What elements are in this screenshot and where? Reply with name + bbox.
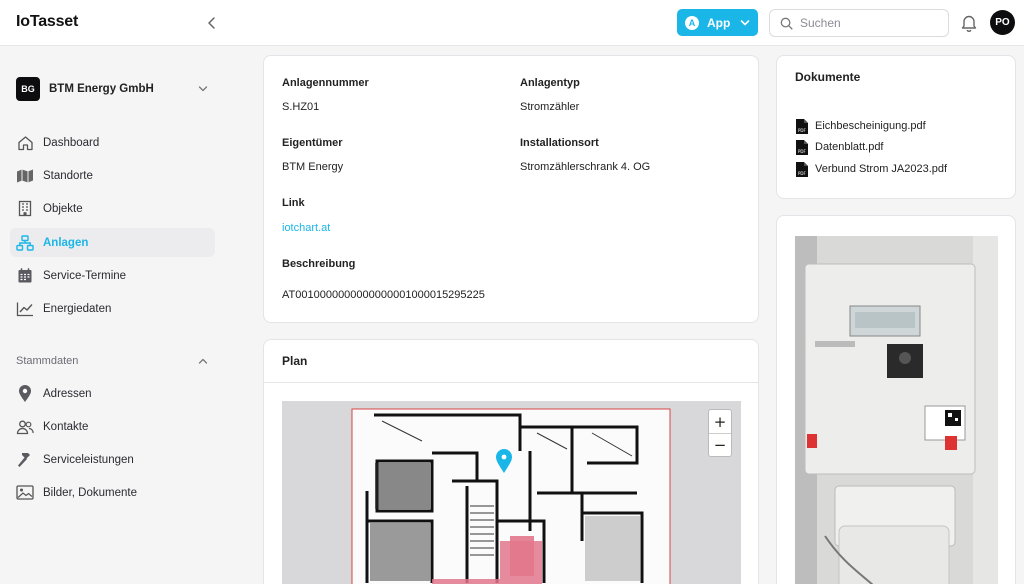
sidebar-item-energiedaten[interactable]: Energiedaten — [10, 294, 215, 323]
zoom-out-button[interactable]: − — [709, 433, 731, 456]
plan-divider — [264, 382, 758, 383]
anlagennummer-value: S.HZ01 — [282, 101, 320, 113]
sidebar-item-label: Serviceleistungen — [43, 453, 134, 466]
sidebar: BG BTM Energy GmbH Dashboard Standorte O… — [0, 46, 230, 584]
home-icon — [16, 134, 34, 152]
bell-icon — [961, 15, 977, 32]
sidebar-item-dashboard[interactable]: Dashboard — [10, 128, 215, 157]
document-item[interactable]: PDF Eichbescheinigung.pdf — [795, 117, 926, 135]
sidebar-item-label: Objekte — [43, 202, 83, 215]
svg-text:PDF: PDF — [798, 128, 806, 133]
electricity-meter-image — [795, 236, 998, 584]
zoom-in-button[interactable]: + — [709, 410, 731, 433]
building-icon — [16, 200, 34, 218]
zoom-controls: + − — [708, 409, 732, 457]
svg-text:PDF: PDF — [798, 149, 806, 154]
sidebar-item-service-termine[interactable]: Service-Termine — [10, 261, 215, 290]
sidebar-item-objekte[interactable]: Objekte — [10, 194, 215, 223]
details-card: Anlagennummer S.HZ01 Anlagentyp Stromzäh… — [263, 55, 759, 323]
search-input[interactable] — [800, 16, 940, 30]
photo-card — [776, 215, 1016, 584]
chart-line-icon — [16, 300, 34, 318]
pdf-file-icon: PDF — [796, 161, 808, 177]
sidebar-item-label: Adressen — [43, 387, 92, 400]
search-icon — [780, 17, 793, 30]
svg-text:PDF: PDF — [798, 171, 806, 176]
calendar-icon — [16, 267, 34, 285]
org-badge: BG — [16, 77, 40, 101]
installationsort-label: Installationsort — [520, 137, 599, 149]
beschreibung-label: Beschreibung — [282, 258, 356, 270]
org-name: BTM Energy GmbH — [49, 83, 154, 95]
eigentuemer-label: Eigentümer — [282, 137, 343, 149]
section-stammdaten-toggle[interactable]: Stammdaten — [16, 352, 212, 370]
plan-card: Plan + − — [263, 339, 759, 584]
floor-plan-image — [351, 408, 671, 584]
anlagentyp-label: Anlagentyp — [520, 77, 580, 89]
plan-title: Plan — [282, 354, 308, 368]
floor-plan-map[interactable]: + − — [282, 401, 741, 584]
chevron-up-icon — [198, 357, 208, 365]
sidebar-item-label: Energiedaten — [43, 302, 112, 315]
sidebar-item-label: Dashboard — [43, 136, 100, 149]
document-name: Eichbescheinigung.pdf — [815, 120, 926, 132]
meter-photo[interactable] — [795, 236, 998, 584]
collapse-sidebar-button[interactable] — [202, 13, 222, 33]
map-icon — [16, 167, 34, 185]
pdf-file-icon: PDF — [796, 118, 808, 134]
sidebar-item-serviceleistungen[interactable]: Serviceleistungen — [10, 445, 215, 474]
app-switcher-button[interactable]: A App — [677, 9, 758, 36]
network-icon — [16, 234, 34, 252]
link-label: Link — [282, 197, 305, 209]
sidebar-item-label: Kontakte — [43, 420, 89, 433]
sidebar-item-anlagen[interactable]: Anlagen — [10, 228, 215, 257]
sidebar-item-label: Standorte — [43, 169, 93, 182]
document-item[interactable]: PDF Verbund Strom JA2023.pdf — [795, 160, 947, 178]
app-logo[interactable]: IoTasset — [16, 13, 78, 31]
document-name: Verbund Strom JA2023.pdf — [815, 163, 948, 175]
map-pin-icon — [16, 384, 34, 403]
document-item[interactable]: PDF Datenblatt.pdf — [795, 138, 884, 156]
document-name: Datenblatt.pdf — [815, 141, 884, 153]
chevron-left-icon — [208, 17, 215, 29]
section-stammdaten-label: Stammdaten — [16, 355, 79, 367]
chevron-down-icon — [198, 85, 208, 93]
sidebar-item-adressen[interactable]: Adressen — [10, 379, 215, 408]
pdf-file-icon: PDF — [796, 139, 808, 155]
anlagennummer-label: Anlagennummer — [282, 77, 369, 89]
app-button-label: App — [707, 15, 731, 30]
chevron-down-icon — [740, 19, 750, 27]
link-value[interactable]: iotchart.at — [282, 222, 330, 234]
sidebar-item-label: Service-Termine — [43, 269, 127, 282]
image-icon — [16, 484, 34, 502]
sidebar-item-kontakte[interactable]: Kontakte — [10, 412, 215, 441]
sidebar-item-label: Bilder, Dokumente — [43, 486, 137, 499]
sidebar-item-bilder-dokumente[interactable]: Bilder, Dokumente — [10, 478, 215, 507]
beschreibung-value: AT0010000000000000001000015295225 — [282, 289, 485, 301]
users-icon — [16, 418, 34, 436]
documents-title: Dokumente — [795, 70, 861, 84]
notifications-button[interactable] — [960, 13, 978, 33]
org-switcher[interactable]: BG BTM Energy GmbH — [16, 77, 212, 101]
search-box[interactable] — [769, 9, 949, 37]
documents-card: Dokumente PDF Eichbescheinigung.pdf PDF … — [776, 55, 1016, 199]
user-avatar[interactable]: PO — [990, 10, 1015, 35]
top-bar: IoTasset A App PO — [0, 0, 1024, 46]
hammer-icon — [16, 451, 34, 469]
app-badge-icon: A — [685, 15, 699, 30]
eigentuemer-value: BTM Energy — [282, 161, 344, 173]
installationsort-value: Stromzählerschrank 4. OG — [520, 161, 651, 173]
anlagentyp-value: Stromzähler — [520, 101, 580, 113]
sidebar-item-standorte[interactable]: Standorte — [10, 161, 215, 190]
sidebar-item-label: Anlagen — [43, 236, 89, 249]
